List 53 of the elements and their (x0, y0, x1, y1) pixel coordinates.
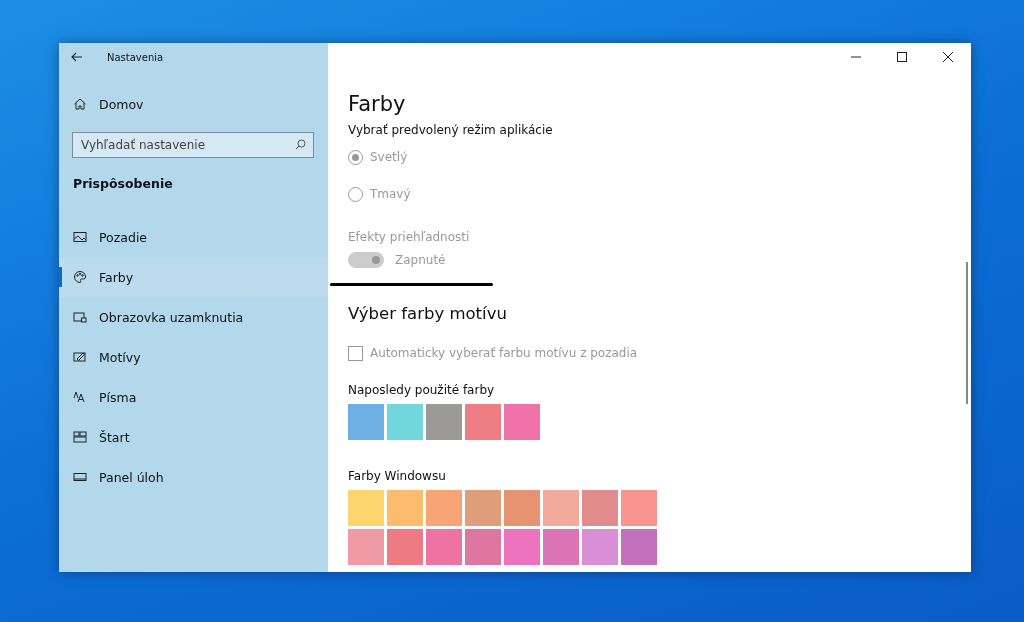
color-swatch[interactable] (504, 529, 540, 565)
maximize-icon (897, 52, 907, 62)
sidebar-item[interactable]: Motívy (59, 337, 328, 377)
color-swatch[interactable] (426, 529, 462, 565)
sidebar-item[interactable]: Písma (59, 377, 328, 417)
taskbar-icon (73, 470, 87, 484)
home-icon (73, 97, 87, 111)
sidebar-item[interactable]: Pozadie (59, 217, 328, 257)
page-title: Farby (348, 91, 407, 117)
scrollbar[interactable] (966, 262, 968, 404)
sidebar-item[interactable]: Obrazovka uzamknutia (59, 297, 328, 337)
color-swatch[interactable] (387, 404, 423, 440)
fonts-icon (73, 390, 87, 404)
window-title: Nastavenia (107, 51, 164, 63)
palette-icon (73, 270, 87, 284)
section-heading: Výber farby motívu (348, 304, 508, 323)
color-swatch[interactable] (582, 529, 618, 565)
lock-screen-icon (73, 310, 87, 324)
image-icon (73, 230, 87, 244)
recent-colors-label: Naposledy použité farby (348, 383, 496, 397)
color-swatch[interactable] (504, 404, 540, 440)
section-heading: Prispôsobenie (72, 175, 174, 193)
color-swatch[interactable] (348, 404, 384, 440)
color-swatch[interactable] (387, 490, 423, 526)
search-field[interactable]: Vyhľadať nastavenie (72, 132, 314, 158)
back-button[interactable] (71, 52, 83, 62)
app-mode-label: Vybrať predvolený režim aplikácie (348, 123, 554, 137)
color-swatch[interactable] (621, 490, 657, 526)
toggle-state-text: Zapnuté (395, 253, 446, 267)
close-icon (943, 52, 953, 62)
home-nav-item[interactable]: Domov (59, 84, 328, 124)
windows-colors-label: Farby Windowsu (348, 469, 447, 483)
color-swatch[interactable] (348, 490, 384, 526)
color-swatch[interactable] (465, 404, 501, 440)
color-swatch[interactable] (543, 490, 579, 526)
theme-icon (73, 350, 87, 364)
color-swatch[interactable] (465, 529, 501, 565)
sidebar-item[interactable]: Štart (59, 417, 328, 457)
transparency-label: Efekty priehľadnosti (348, 230, 471, 244)
sidebar-item[interactable]: Panel úloh (59, 457, 328, 497)
search-icon (295, 139, 306, 150)
color-swatch[interactable] (582, 490, 618, 526)
color-swatch[interactable] (543, 529, 579, 565)
color-swatch[interactable] (465, 490, 501, 526)
color-swatch[interactable] (348, 529, 384, 565)
checkbox-label: Automaticky vyberať farbu motívu z pozadia (370, 346, 638, 360)
sidebar-item[interactable]: Farby (59, 257, 328, 297)
start-icon (73, 430, 87, 444)
color-swatch[interactable] (426, 490, 462, 526)
color-swatch[interactable] (621, 529, 657, 565)
color-swatch[interactable] (387, 529, 423, 565)
color-swatch[interactable] (504, 490, 540, 526)
color-swatch[interactable] (426, 404, 462, 440)
